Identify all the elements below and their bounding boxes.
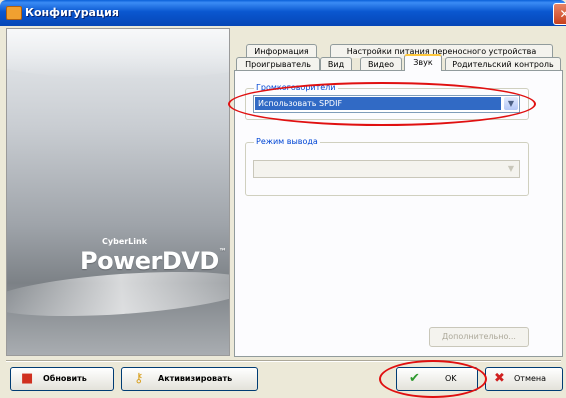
title-bar: Конфигурация ✕	[0, 0, 566, 26]
key-icon: ⚷	[134, 371, 144, 386]
update-button[interactable]: ■ Обновить	[10, 367, 114, 391]
update-button-label: Обновить	[43, 374, 87, 383]
output-mode-group-label: Режим вывода	[254, 137, 320, 146]
activate-button[interactable]: ⚷ Активизировать	[121, 367, 258, 391]
speaker-group-label: Громкоговорители	[254, 83, 338, 92]
tab-parental-control[interactable]: Родительский контроль	[445, 57, 561, 71]
tab-view[interactable]: Вид	[320, 57, 352, 71]
ok-button-label: OK	[445, 374, 457, 383]
chevron-down-icon[interactable]: ▼	[504, 97, 518, 110]
tab-info-label: Информация	[254, 47, 309, 56]
speaker-select-value: Использовать SPDIF	[255, 97, 501, 110]
tab-view-label: Вид	[327, 60, 345, 69]
ok-button[interactable]: ✔ OK	[396, 367, 478, 391]
window-title: Конфигурация	[25, 6, 119, 19]
divider	[6, 360, 561, 362]
advanced-button[interactable]: Дополнительно...	[429, 327, 529, 347]
tab-info[interactable]: Информация	[246, 44, 317, 58]
tab-video-label: Видео	[367, 60, 395, 69]
activate-button-label: Активизировать	[158, 374, 233, 383]
tab-player-label: Проигрыватель	[245, 60, 311, 69]
brand-top-swoosh	[7, 29, 229, 79]
tab-sound-label: Звук	[413, 58, 433, 67]
powerdvd-logo-text: PowerDVD	[80, 247, 219, 275]
chevron-down-icon[interactable]: ▼	[504, 162, 518, 175]
cyberlink-logo-text: CyberLink	[102, 237, 148, 246]
app-icon	[6, 6, 22, 20]
cancel-button[interactable]: ✖ Отмена	[485, 367, 563, 391]
tab-video[interactable]: Видео	[360, 57, 402, 71]
tab-parental-control-label: Родительский контроль	[452, 60, 554, 69]
tab-player[interactable]: Проигрыватель	[236, 57, 320, 71]
brand-panel: CyberLink PowerDVD™	[6, 28, 230, 356]
checkmark-icon: ✔	[409, 371, 420, 386]
output-mode-select[interactable]: ▼	[253, 160, 520, 178]
close-button[interactable]: ✕	[553, 3, 566, 25]
cancel-button-label: Отмена	[514, 374, 547, 383]
update-icon: ■	[21, 371, 34, 386]
powerdvd-logo: PowerDVD™	[80, 247, 227, 275]
tab-sound[interactable]: Звук	[404, 54, 442, 71]
output-mode-select-value	[255, 162, 501, 175]
close-icon: ✖	[494, 371, 505, 386]
trademark-sign: ™	[218, 247, 227, 256]
speaker-select[interactable]: Использовать SPDIF ▼	[253, 95, 520, 113]
